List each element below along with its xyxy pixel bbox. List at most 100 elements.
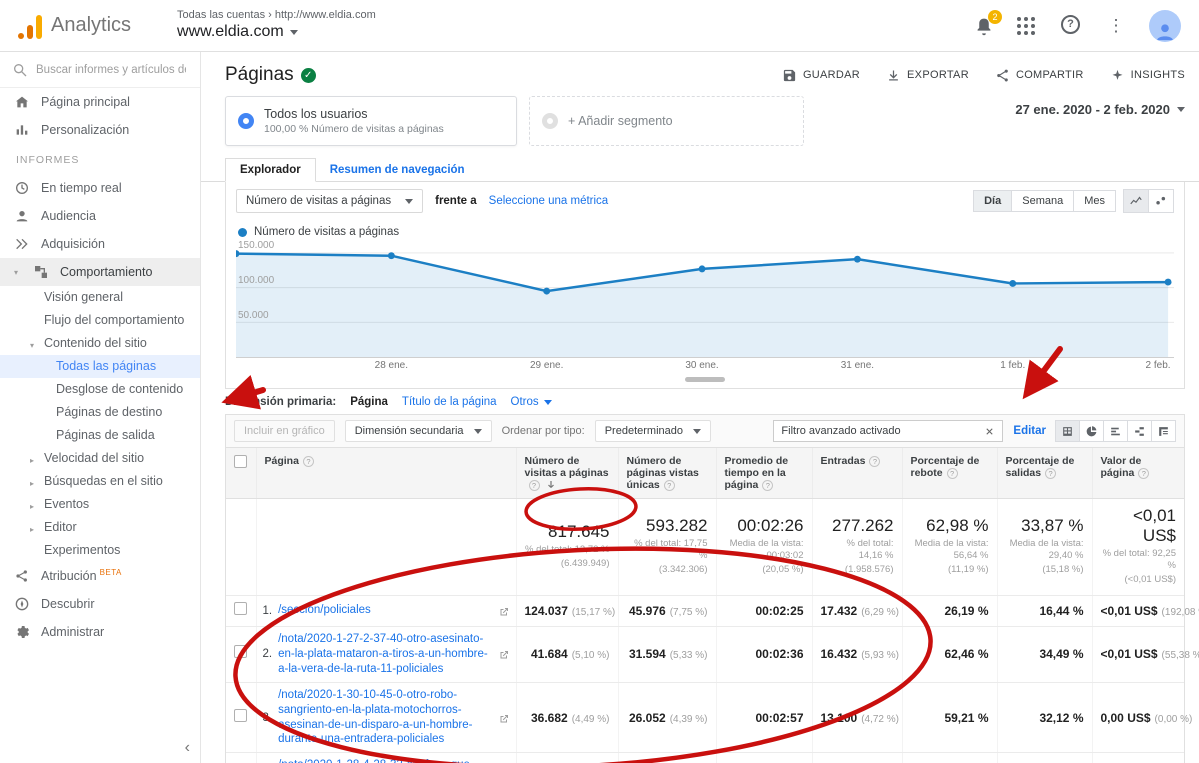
summary-value: 62,98 % (911, 516, 989, 536)
user-avatar[interactable] (1149, 10, 1181, 42)
product-name: Analytics (51, 14, 131, 37)
sidebar-search[interactable] (0, 52, 200, 88)
sidebar-item-admin[interactable]: Administrar (0, 618, 200, 646)
external-link-icon[interactable] (498, 648, 510, 660)
secondary-dimension-dropdown[interactable]: Dimensión secundaria (345, 420, 492, 442)
summary-value: 33,87 % (1006, 516, 1084, 536)
save-button[interactable]: GUARDAR (782, 68, 860, 83)
search-input[interactable] (36, 64, 186, 76)
sidebar-item-site-speed[interactable]: ▸ Velocidad del sitio (0, 447, 200, 470)
dimension-page-title[interactable]: Título de la página (402, 396, 497, 408)
sidebar-item-experiments[interactable]: Experimentos (0, 539, 200, 562)
metric-dropdown[interactable]: Número de visitas a páginas (236, 189, 423, 213)
help-icon[interactable]: ? (1061, 15, 1083, 37)
sidebar-item-events[interactable]: ▸ Eventos (0, 493, 200, 516)
summary-sub: % del total: 14,16 % (821, 538, 894, 562)
edit-filter-link[interactable]: Editar (1013, 425, 1046, 437)
summary-sub: (11,19 %) (911, 564, 989, 576)
dimension-others[interactable]: Otros (511, 396, 552, 408)
summary-bounce-rate: 62,98 % Media de la vista: 56,64 % (11,1… (902, 499, 997, 596)
comparison-view-button[interactable] (1127, 420, 1152, 442)
sidebar-item-home[interactable]: Página principal (0, 88, 200, 116)
page-link[interactable]: /nota/2020-1-27-2-37-40-otro-asesinato-e… (278, 632, 491, 677)
column-header-page-value[interactable]: Valor de página? (1092, 448, 1184, 499)
sidebar-item-audience[interactable]: Audiencia (0, 202, 200, 230)
add-segment-button[interactable]: + Añadir segmento (529, 96, 804, 146)
more-options-icon[interactable]: ⋮ (1105, 15, 1127, 37)
sidebar-item-behavior-overview[interactable]: Visión general (0, 286, 200, 309)
external-link-icon[interactable] (498, 605, 510, 617)
sidebar-item-behavior[interactable]: ▾ Comportamiento (0, 258, 200, 286)
help-icon: ? (869, 456, 880, 467)
granularity-month-button[interactable]: Mes (1073, 190, 1116, 212)
export-button[interactable]: EXPORTAR (886, 68, 969, 83)
select-all-checkbox[interactable] (234, 455, 247, 468)
row-checkbox[interactable] (234, 602, 247, 615)
column-header-unique-pageviews[interactable]: Número de páginas vistas únicas? (618, 448, 716, 499)
apps-grid-icon[interactable] (1017, 15, 1039, 37)
sidebar-item-behavior-flow[interactable]: Flujo del comportamiento (0, 309, 200, 332)
chevron-down-icon (693, 429, 701, 434)
y-axis-tick-label: 100.000 (238, 275, 274, 286)
sidebar-item-publisher[interactable]: ▸ Editor (0, 516, 200, 539)
page-link[interactable]: /nota/2020-1-30-10-45-0-otro-robo-sangri… (278, 688, 491, 748)
sidebar-item-attribution[interactable]: AtribuciónBETA (0, 562, 200, 590)
granularity-day-button[interactable]: Día (973, 190, 1012, 212)
sidebar-item-realtime[interactable]: En tiempo real (0, 174, 200, 202)
breadcrumb[interactable]: Todas las cuentas › http://www.eldia.com (177, 9, 376, 23)
percentage-view-button[interactable] (1079, 420, 1104, 442)
analytics-logo-icon[interactable] (18, 13, 42, 39)
column-header-pageviews[interactable]: Número de visitas a páginas? (516, 448, 618, 499)
row-checkbox[interactable] (234, 709, 247, 722)
sidebar-item-label: Velocidad del sitio (44, 451, 144, 465)
help-icon: ? (303, 456, 314, 467)
close-icon[interactable] (984, 426, 995, 437)
top-bar: Analytics Todas las cuentas › http://www… (0, 0, 1199, 52)
column-header-exit-rate[interactable]: Porcentaje de salidas? (997, 448, 1092, 499)
summary-value: 593.282 (627, 516, 708, 536)
column-header-bounce-rate[interactable]: Porcentaje de rebote? (902, 448, 997, 499)
sidebar-item-landing-pages[interactable]: Páginas de destino (0, 401, 200, 424)
column-header-page[interactable]: Página? (256, 448, 516, 499)
data-view-button[interactable] (1055, 420, 1080, 442)
chart-scroll-handle[interactable] (685, 377, 725, 382)
sidebar-item-content-drilldown[interactable]: Desglose de contenido (0, 378, 200, 401)
motion-chart-view-button[interactable] (1148, 189, 1174, 213)
select-metric-link[interactable]: Seleccione una métrica (489, 195, 609, 207)
chart-x-axis: 28 ene.29 ene.30 ene.31 ene.1 feb.2 feb. (236, 360, 1174, 375)
external-link-icon[interactable] (498, 712, 510, 724)
add-segment-label: + Añadir segmento (568, 114, 673, 128)
pivot-view-button[interactable] (1151, 420, 1176, 442)
plot-rows-button[interactable]: Incluir en gráfico (234, 420, 335, 442)
sidebar-item-customization[interactable]: Personalización (0, 116, 200, 144)
sidebar-item-site-search[interactable]: ▸ Búsquedas en el sitio (0, 470, 200, 493)
sort-type-dropdown[interactable]: Predeterminado (595, 420, 711, 442)
dimension-page[interactable]: Página (350, 396, 388, 408)
sidebar-item-label: Eventos (44, 497, 89, 511)
sidebar-item-site-content[interactable]: ▾ Contenido del sitio (0, 332, 200, 355)
sidebar-item-all-pages[interactable]: Todas las páginas (0, 355, 200, 378)
line-chart-view-button[interactable] (1123, 189, 1149, 213)
property-selector[interactable]: www.eldia.com (177, 22, 376, 42)
sidebar-item-exit-pages[interactable]: Páginas de salida (0, 424, 200, 447)
sidebar-collapse-button[interactable]: ‹ (185, 739, 190, 757)
segment-all-users[interactable]: Todos los usuarios 100,00 % Número de vi… (225, 96, 517, 146)
tab-navigation-summary[interactable]: Resumen de navegación (316, 159, 479, 181)
help-icon: ? (664, 480, 675, 491)
performance-view-button[interactable] (1103, 420, 1128, 442)
sidebar-item-discover[interactable]: Descubrir (0, 590, 200, 618)
sidebar-item-acquisition[interactable]: Adquisición (0, 230, 200, 258)
date-range-selector[interactable]: 27 ene. 2020 - 2 feb. 2020 (1015, 96, 1185, 117)
advanced-filter-chip: Filtro avanzado activado (773, 420, 1003, 442)
tab-explorer[interactable]: Explorador (225, 158, 316, 182)
share-button[interactable]: COMPARTIR (995, 68, 1084, 83)
column-header-avg-time[interactable]: Promedio de tiempo en la página? (716, 448, 812, 499)
insights-button[interactable]: INSIGHTS (1110, 68, 1185, 83)
page-link[interactable]: /nota/2020-1-28-4-28-32-confeso-que-mato… (278, 758, 491, 763)
column-header-entrances[interactable]: Entradas? (812, 448, 902, 499)
page-link[interactable]: /seccion/policiales (278, 603, 491, 618)
granularity-week-button[interactable]: Semana (1011, 190, 1074, 212)
export-label: EXPORTAR (907, 69, 969, 81)
notifications-bell-icon[interactable]: 2 (973, 15, 995, 37)
row-checkbox[interactable] (234, 645, 247, 658)
